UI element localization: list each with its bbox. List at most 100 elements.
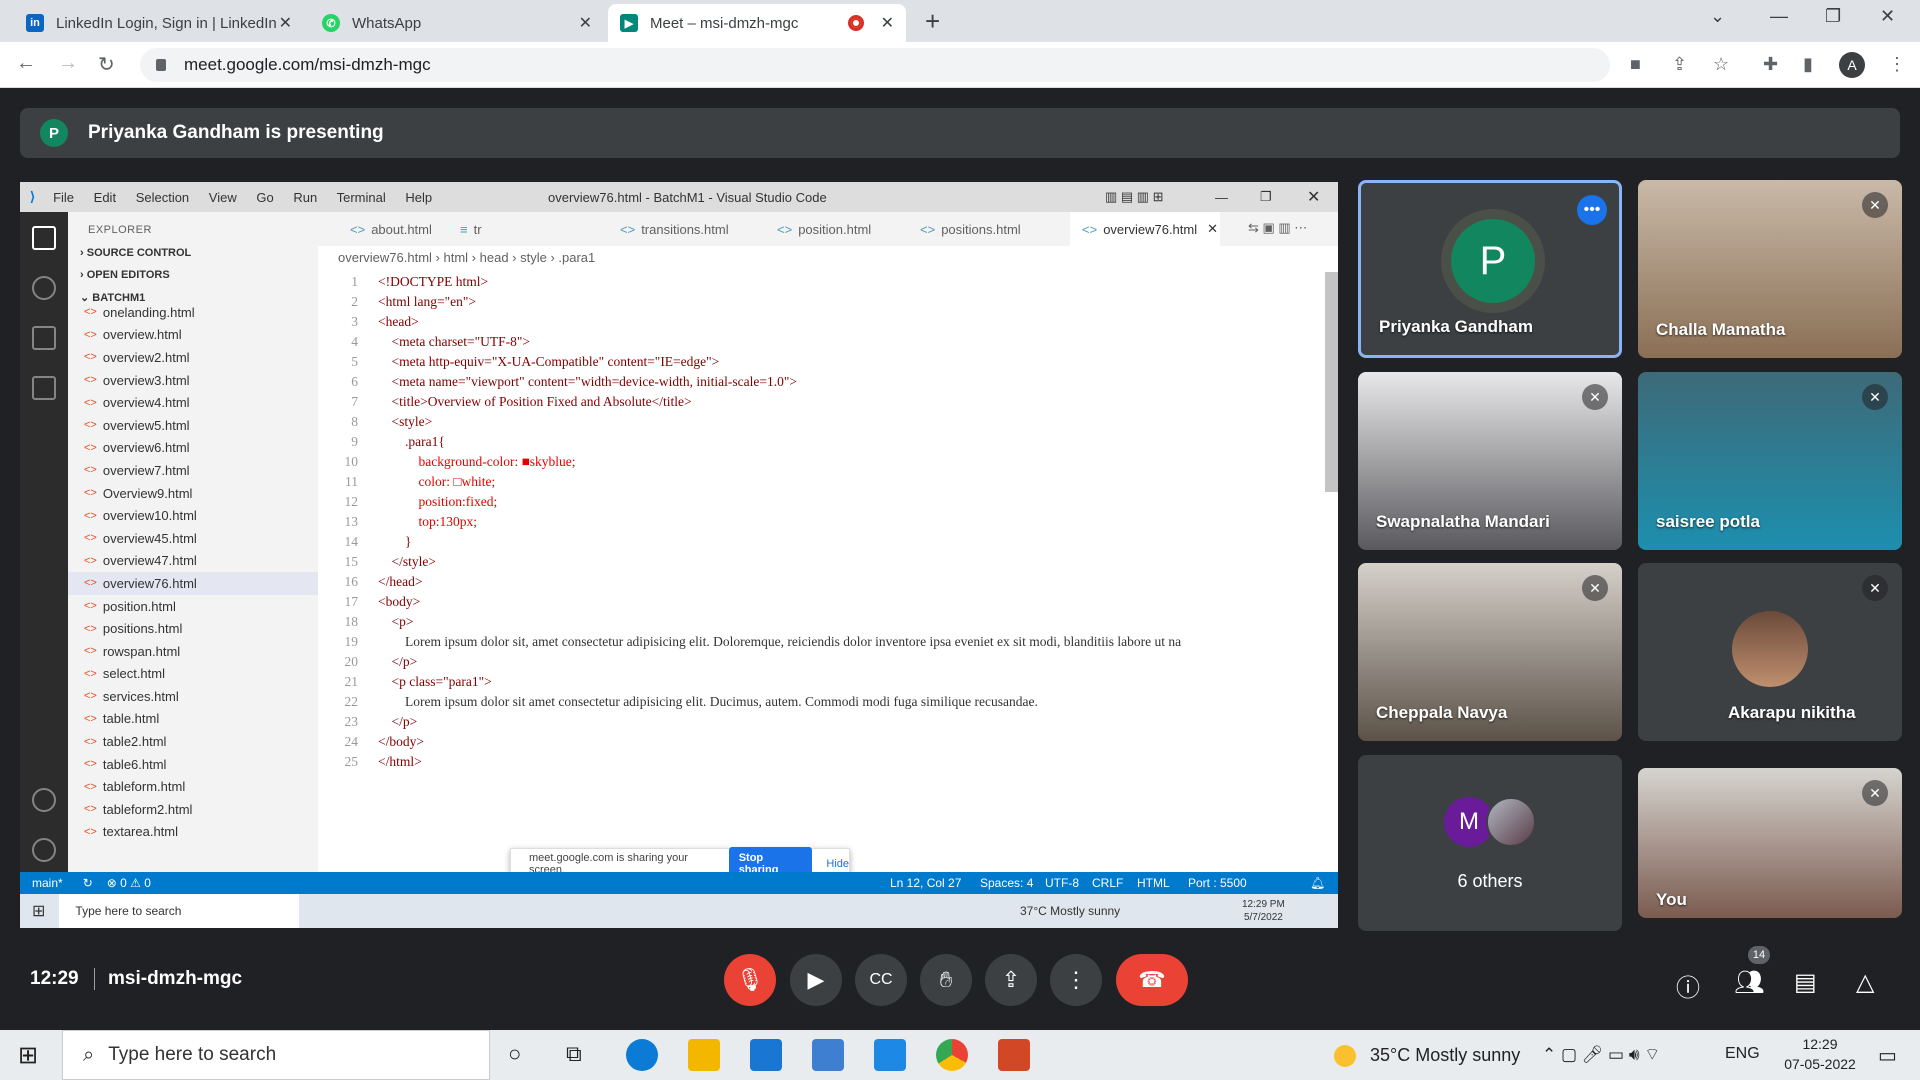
menu-help[interactable]: Help [405,190,432,205]
file-item[interactable]: <> textarea.html [68,821,318,844]
chat-icon[interactable]: ▤ [1794,968,1817,997]
task-view-icon[interactable]: ⧉ [566,1041,582,1067]
vscode-restore-icon[interactable]: ❐ [1260,189,1272,205]
vscode-tab[interactable]: <> about.html [338,212,444,246]
vscode-minimize-icon[interactable]: — [1215,190,1228,205]
file-item[interactable]: <> overview45.html [68,527,318,550]
explorer-icon[interactable] [32,226,56,250]
file-item[interactable]: <> overview76.html [68,572,318,595]
taskbar-search[interactable]: ⌕ Type here to search [62,1030,490,1080]
taskbar-clock[interactable]: 12:29 07-05-2022 [1775,1034,1865,1074]
mic-toggle-button[interactable]: 🎙︎ [724,954,776,1006]
editor-scrollbar[interactable] [1325,272,1338,492]
close-icon[interactable]: ✕ [1207,221,1218,237]
more-options-icon[interactable]: ••• [1577,195,1607,225]
vscode-close-icon[interactable]: ✕ [1307,187,1320,207]
vscode-tab-active[interactable]: <> overview76.html ✕ [1070,212,1220,246]
eol-status[interactable]: CRLF [1092,876,1123,890]
profile-avatar[interactable]: A [1839,52,1865,78]
weather-text[interactable]: 35°C Mostly sunny [1370,1045,1520,1066]
omnibox[interactable]: meet.google.com/msi-dmzh-mgc [140,48,1610,82]
file-item[interactable]: <> services.html [68,685,318,708]
captions-button[interactable]: CC [855,954,907,1006]
file-item[interactable]: <> table6.html [68,753,318,776]
share-icon[interactable]: ⇪ [1672,54,1687,75]
maximize-icon[interactable]: ❐ [1825,6,1841,27]
file-item[interactable]: <> overview7.html [68,459,318,482]
hide-button[interactable]: Hide [826,858,849,870]
tab-whatsapp[interactable]: ✆ WhatsApp ✕ [310,4,604,42]
settings-gear-icon[interactable] [32,838,56,862]
close-icon[interactable]: ✕ [881,13,894,33]
mail-icon[interactable] [812,1039,844,1071]
chrome-icon[interactable] [936,1039,968,1071]
section-open-editors[interactable]: › OPEN EDITORS [68,264,318,286]
tab-search-icon[interactable]: ⌄ [1710,6,1725,27]
participant-tile[interactable]: ✕ Challa Mamatha [1638,180,1902,358]
close-window-icon[interactable]: ✕ [1880,6,1895,27]
encoding-status[interactable]: UTF-8 [1045,876,1079,890]
file-item[interactable]: <> rowspan.html [68,640,318,663]
meeting-info-icon[interactable]: ⓘ [1676,968,1700,1003]
people-icon[interactable]: 👥︎ [1734,968,1764,997]
indent-status[interactable]: Spaces: 4 [980,876,1033,890]
account-icon[interactable] [32,788,56,812]
menu-selection[interactable]: Selection [136,190,189,205]
new-tab-button[interactable]: + [925,6,940,37]
file-item[interactable]: <> overview47.html [68,550,318,573]
camera-toggle-button[interactable]: ▶ [790,954,842,1006]
run-debug-icon[interactable] [32,326,56,350]
side-panel-icon[interactable]: ▮ [1803,54,1813,75]
self-view-tile[interactable]: ✕ You [1638,768,1902,918]
participant-tile[interactable]: ✕ Cheppala Navya [1358,563,1622,741]
reload-icon[interactable]: ↻ [98,52,115,77]
more-menu-icon[interactable]: ⋮ [1888,54,1906,75]
file-item[interactable]: <> overview.html [68,324,318,347]
participant-tile[interactable]: ✕ Akarapu nikitha [1638,563,1902,741]
menu-file[interactable]: File [53,190,74,205]
raise-hand-button[interactable]: ✋︎ [920,954,972,1006]
menu-go[interactable]: Go [256,190,273,205]
notifications-icon[interactable]: 🔔︎ [1310,876,1325,890]
vscode-tab[interactable]: <> transitions.html [608,212,741,246]
camera-icon[interactable]: ■ [1630,54,1641,75]
search-icon[interactable] [32,276,56,300]
bookmark-star-icon[interactable]: ☆ [1713,54,1729,75]
file-item[interactable]: <> tableform.html [68,775,318,798]
file-item[interactable]: <> overview2.html [68,346,318,369]
store-icon[interactable] [750,1039,782,1071]
language-indicator[interactable]: ENG [1725,1045,1760,1063]
leave-call-button[interactable]: ☎︎ [1116,954,1188,1006]
file-item[interactable]: <> select.html [68,663,318,686]
file-item[interactable]: <> onelanding.html [68,301,318,324]
language-status[interactable]: HTML [1137,876,1170,890]
more-options-button[interactable]: ⋮ [1050,954,1102,1006]
notification-center-icon[interactable]: ▭ [1878,1043,1897,1068]
forward-icon[interactable]: → [58,52,78,75]
menu-edit[interactable]: Edit [94,190,116,205]
sync-icon[interactable]: ↻ [83,876,93,890]
cortana-icon[interactable]: ○ [508,1041,521,1067]
branch-status[interactable]: main* [32,876,63,890]
participant-tile-presenter[interactable]: P ••• Priyanka Gandham [1358,180,1622,358]
section-source-control[interactable]: › SOURCE CONTROL [68,242,318,264]
file-item[interactable]: <> table2.html [68,730,318,753]
others-tile[interactable]: M 6 others [1358,755,1622,931]
vscode-tab[interactable]: ≡ tr [448,212,494,246]
problems-status[interactable]: ⊗ 0 ⚠ 0 [107,876,151,890]
tab-meet[interactable]: ▶ Meet – msi-dmzh-mgc ✕ [608,4,906,42]
tray-icons[interactable]: ⌃ ▢ 🎤︎ ▭ 🔊︎ ⌔ [1542,1044,1660,1065]
l-app-icon[interactable] [874,1039,906,1071]
present-screen-button[interactable]: ⇪ [985,954,1037,1006]
back-icon[interactable]: ← [16,52,36,75]
menu-terminal[interactable]: Terminal [337,190,386,205]
file-explorer-icon[interactable] [688,1039,720,1071]
file-item[interactable]: <> position.html [68,595,318,618]
file-item[interactable]: <> Overview9.html [68,482,318,505]
powerpoint-icon[interactable] [998,1039,1030,1071]
participant-tile[interactable]: ✕ saisree potla [1638,372,1902,550]
file-item[interactable]: <> overview10.html [68,504,318,527]
port-status[interactable]: Port : 5500 [1188,876,1247,890]
activities-icon[interactable]: △ [1856,968,1874,997]
cursor-position[interactable]: Ln 12, Col 27 [890,876,961,890]
